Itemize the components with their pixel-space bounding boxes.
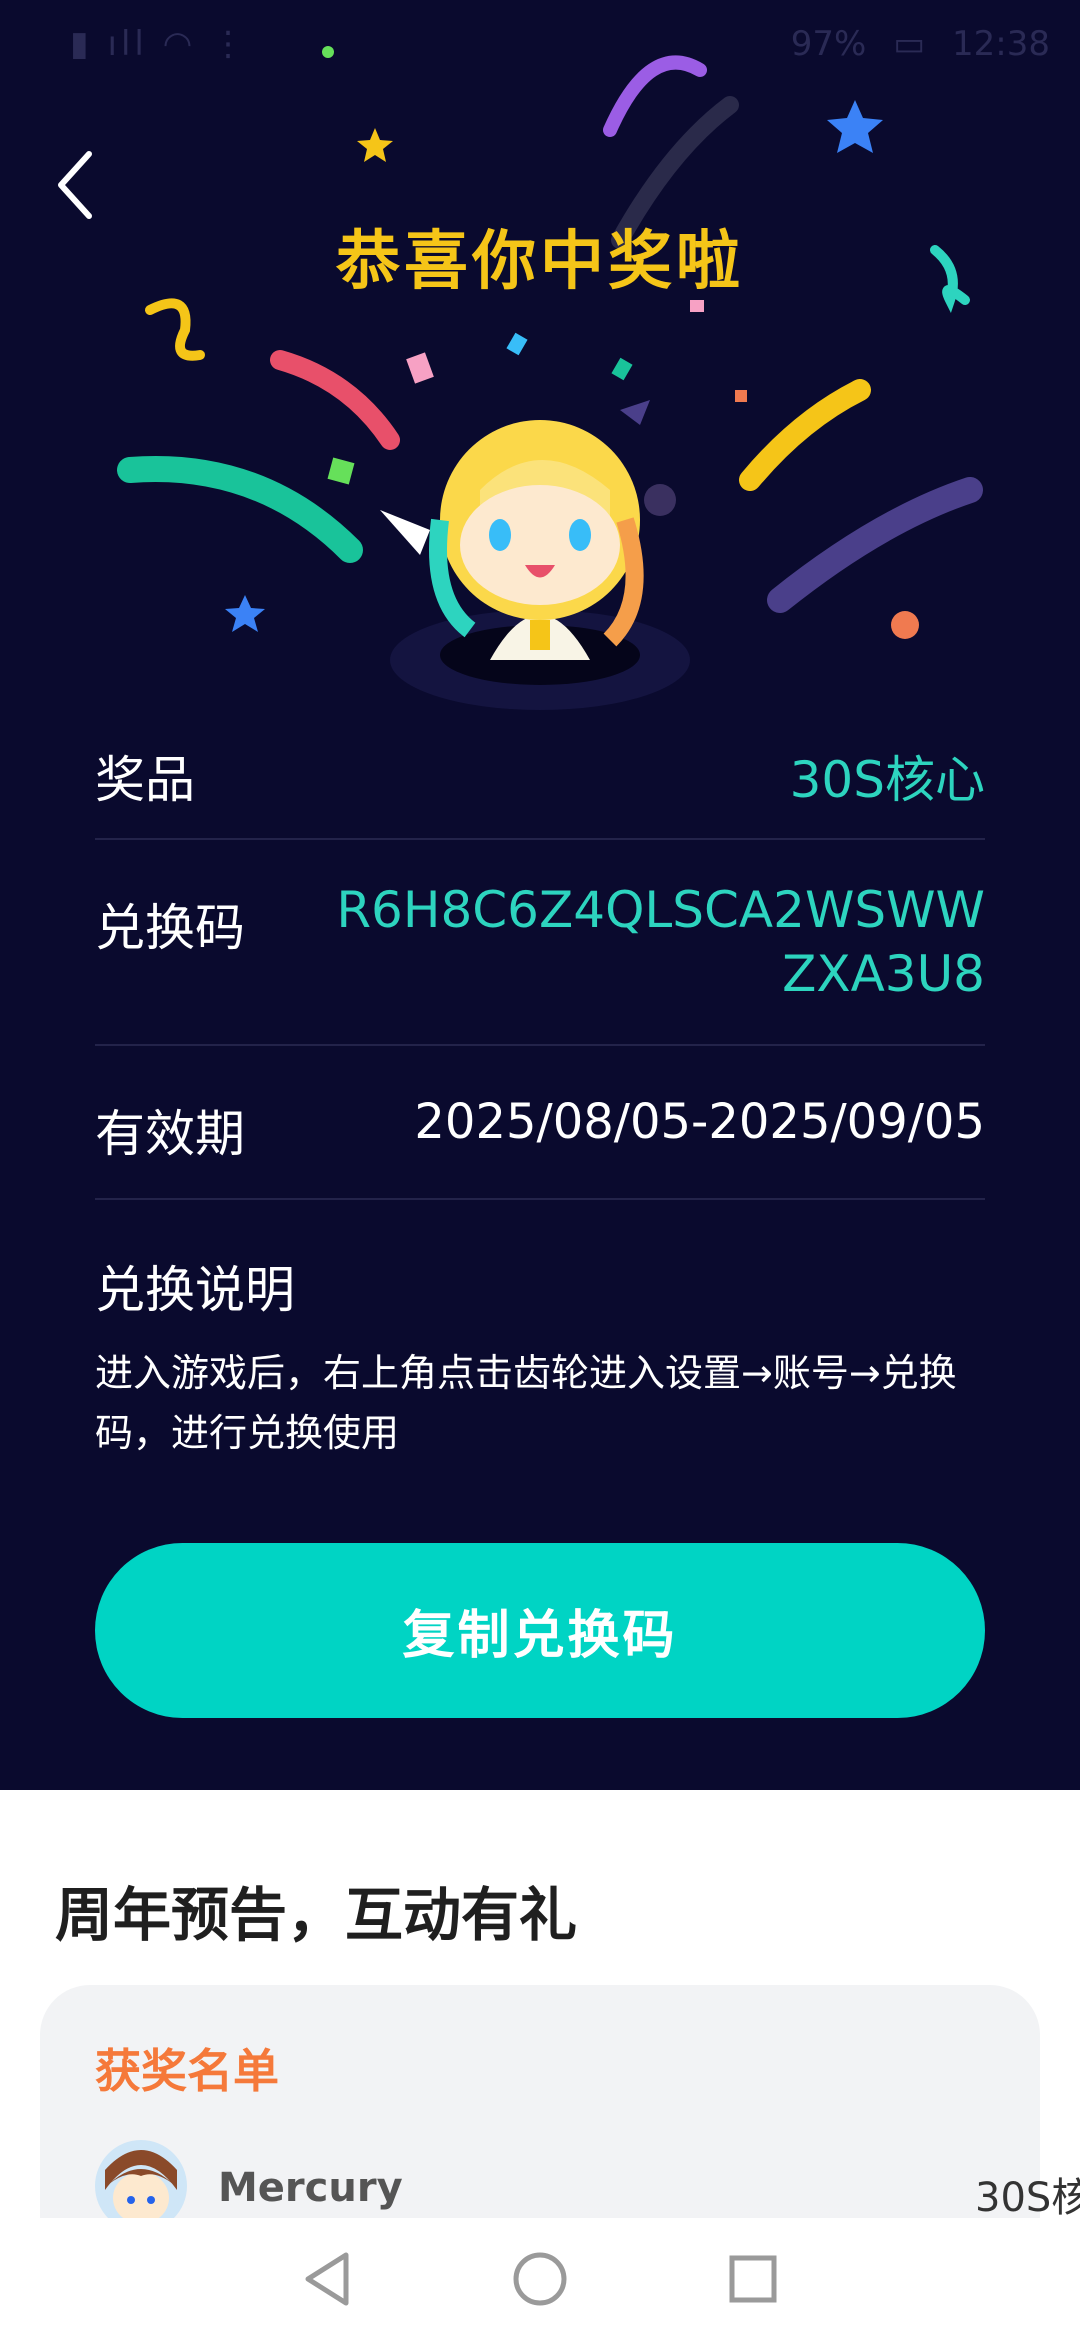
redeem-code-label: 兑换码 [95,899,245,957]
prize-row: 奖品 30S核心 [95,720,985,840]
nav-home-button[interactable] [505,2244,575,2314]
winner-name: Mercury [218,2165,403,2211]
confetti-square-green [327,457,355,485]
confetti-bit-orange [735,390,747,402]
redeem-code-value[interactable]: R6H8C6Z4QLSCA2WSWWZXA3U8 [305,878,985,1006]
copy-code-button[interactable]: 复制兑换码 [95,1543,985,1718]
confetti-ribbon-purple [603,55,707,137]
prize-panel: ▮ ıll ◠ ⋮ 97% ▭ 12:38 恭喜你中奖啦 奖品 30S核心 兑换… [0,0,1080,1790]
winner-prize: 30S核 [975,2175,1080,2221]
prize-label: 奖品 [95,751,195,809]
square-recent-icon [729,2255,777,2303]
page: ▮ ıll ◠ ⋮ 97% ▭ 12:38 恭喜你中奖啦 奖品 30S核心 兑换… [0,0,1080,2340]
confetti-dot-green [322,46,334,58]
validity-row: 有效期 2025/08/05-2025/09/05 [95,1046,985,1200]
confetti-dot-orange [891,611,919,639]
nav-recent-button[interactable] [718,2244,788,2314]
triangle-back-icon [305,2252,349,2306]
validity-value: 2025/08/05-2025/09/05 [414,1094,985,1150]
instructions-heading: 兑换说明 [95,1261,295,1319]
confetti-curl-yellow [145,298,205,361]
circle-home-icon [513,2252,567,2306]
confetti-streak-teal [117,456,363,563]
system-nav-bar [0,2218,1080,2340]
confetti-star-blue [827,100,883,153]
confetti-streak-yellow [739,379,871,491]
mascot-illustration [380,400,690,710]
confetti-streak-purple [767,477,983,613]
page-title: 恭喜你中奖啦 [336,225,744,299]
redeem-code-row: 兑换码 R6H8C6Z4QLSCA2WSWWZXA3U8 [95,840,985,1046]
winners-heading: 获奖名单 [95,2044,279,2098]
confetti-star-yellow [357,128,393,162]
prize-value: 30S核心 [789,751,985,809]
instructions-text: 进入游戏后，右上角点击齿轮进入设置→账号→兑换码，进行兑换使用 [95,1351,957,1455]
section-title: 周年预告，互动有礼 [55,1881,578,1949]
confetti-bit-blue [506,332,528,356]
confetti-streak-red [270,350,400,450]
validity-label: 有效期 [95,1105,245,1163]
confetti-star-blue-small [225,595,265,632]
nav-back-button[interactable] [292,2244,362,2314]
